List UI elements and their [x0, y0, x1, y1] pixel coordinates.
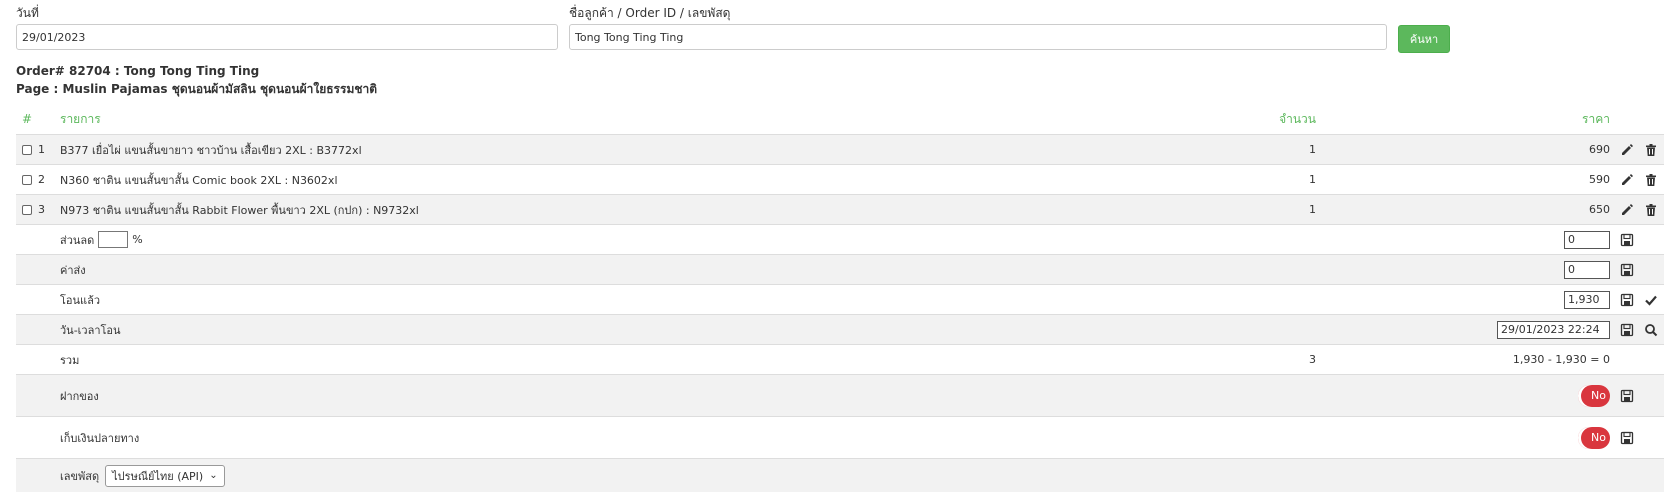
date-label: วันที่	[16, 6, 39, 20]
row-number: 3	[38, 203, 45, 216]
shipping-amount-input[interactable]	[1564, 260, 1610, 279]
pencil-icon[interactable]	[1620, 173, 1634, 187]
save-icon[interactable]	[1620, 293, 1634, 307]
item-qty: 1	[1309, 203, 1316, 216]
tracking-label: เลขพัสดุ	[60, 469, 100, 483]
discount-amount-input[interactable]	[1564, 230, 1610, 249]
total-label: รวม	[60, 353, 80, 367]
save-icon[interactable]	[1620, 389, 1634, 403]
search-bar: วันที่ ชื่อลูกค้า / Order ID / เลขพัสดุ …	[16, 4, 1456, 54]
deposit-row: ฝากของ No	[16, 374, 1664, 416]
table-row: 3 N973 ชาติน แขนสั้นขาสั้น Rabbit Flower…	[16, 194, 1664, 224]
paid-label: โอนแล้ว	[60, 293, 101, 307]
discount-percent-input[interactable]	[98, 231, 129, 248]
trash-icon[interactable]	[1644, 173, 1658, 187]
total-summary: 1,930 - 1,930 = 0	[1512, 353, 1610, 366]
toggle-label: No	[1591, 389, 1606, 402]
save-icon[interactable]	[1620, 323, 1634, 337]
item-name: B377 เยื่อไผ่ แขนสั้นขายาว ชาวบ้าน เสื้อ…	[60, 143, 362, 157]
header-item: รายการ	[60, 111, 101, 126]
order-page: Page : Muslin Pajamas ชุดนอนผ้ามัสลิน ชุ…	[16, 82, 378, 96]
header-price: ราคา	[1582, 111, 1610, 126]
header-index: #	[22, 112, 33, 126]
row-select[interactable]: 3	[22, 195, 45, 224]
row-select[interactable]: 2	[22, 165, 45, 194]
transfer-time-label: วัน-เวลาโอน	[60, 323, 121, 337]
shipping-amount-cell	[1564, 255, 1610, 284]
paid-amount-input[interactable]	[1564, 290, 1610, 309]
shipping-label: ค่าส่ง	[60, 263, 86, 277]
tracking-row: เลขพัสดุ ไปรษณีย์ไทย (API) ⌄	[16, 458, 1664, 492]
discount-amount-cell	[1564, 225, 1610, 254]
date-input[interactable]	[16, 24, 558, 50]
transfer-time-row: วัน-เวลาโอน	[16, 314, 1664, 344]
discount-row: ส่วนลด %	[16, 224, 1664, 254]
toggle-label: No	[1591, 431, 1606, 444]
item-price: 650	[1589, 203, 1610, 216]
row-select[interactable]: 1	[22, 135, 45, 164]
item-name: N973 ชาติน แขนสั้นขาสั้น Rabbit Flower พ…	[60, 203, 419, 217]
order-title: Order# 82704 : Tong Tong Ting Ting	[16, 64, 260, 78]
table-header: # รายการ จำนวน ราคา	[16, 104, 1664, 134]
item-name: N360 ชาติน แขนสั้นขาสั้น Comic book 2XL …	[60, 173, 338, 187]
pencil-icon[interactable]	[1620, 203, 1634, 217]
deposit-label: ฝากของ	[60, 389, 99, 403]
transfer-time-input[interactable]	[1497, 320, 1610, 339]
checkbox[interactable]	[22, 204, 32, 215]
save-icon[interactable]	[1620, 431, 1634, 445]
item-price: 690	[1589, 143, 1610, 156]
save-icon[interactable]	[1620, 263, 1634, 277]
total-qty: 3	[1309, 353, 1316, 366]
cod-toggle[interactable]: No	[1578, 426, 1610, 449]
customer-search-label: ชื่อลูกค้า / Order ID / เลขพัสดุ	[569, 6, 731, 20]
check-icon[interactable]	[1644, 293, 1658, 307]
order-info: Order# 82704 : Tong Tong Ting Ting Page …	[16, 62, 377, 98]
table-row: 2 N360 ชาติน แขนสั้นขาสั้น Comic book 2X…	[16, 164, 1664, 194]
search-button[interactable]: ค้นหา	[1398, 25, 1450, 53]
item-price: 590	[1589, 173, 1610, 186]
search-icon[interactable]	[1644, 323, 1658, 337]
deposit-toggle[interactable]: No	[1578, 384, 1610, 407]
chevron-down-icon: ⌄	[209, 470, 218, 481]
order-items-table: # รายการ จำนวน ราคา 1 B377 เยื่อไผ่ แขนส…	[16, 104, 1664, 492]
trash-icon[interactable]	[1644, 203, 1658, 217]
carrier-select[interactable]: ไปรษณีย์ไทย (API) ⌄	[105, 464, 225, 487]
carrier-selected: ไปรษณีย์ไทย (API)	[112, 469, 204, 483]
checkbox[interactable]	[22, 174, 32, 185]
cod-label: เก็บเงินปลายทาง	[60, 431, 140, 445]
trash-icon[interactable]	[1644, 143, 1658, 157]
item-qty: 1	[1309, 173, 1316, 186]
item-qty: 1	[1309, 143, 1316, 156]
percent-sign: %	[132, 233, 143, 246]
customer-search-input[interactable]	[569, 24, 1387, 50]
header-qty: จำนวน	[1279, 111, 1316, 126]
checkbox[interactable]	[22, 144, 32, 155]
row-number: 2	[38, 173, 45, 186]
cod-row: เก็บเงินปลายทาง No	[16, 416, 1664, 458]
tracking-cell: เลขพัสดุ ไปรษณีย์ไทย (API) ⌄	[60, 459, 225, 492]
pencil-icon[interactable]	[1620, 143, 1634, 157]
discount-label: ส่วนลด	[60, 233, 95, 247]
table-row: 1 B377 เยื่อไผ่ แขนสั้นขายาว ชาวบ้าน เสื…	[16, 134, 1664, 164]
transfer-time-cell	[1497, 315, 1610, 344]
row-number: 1	[38, 143, 45, 156]
save-icon[interactable]	[1620, 233, 1634, 247]
paid-amount-cell	[1564, 285, 1610, 314]
total-row: รวม 3 1,930 - 1,930 = 0	[16, 344, 1664, 374]
paid-row: โอนแล้ว	[16, 284, 1664, 314]
discount-cell: ส่วนลด %	[60, 225, 143, 254]
shipping-row: ค่าส่ง	[16, 254, 1664, 284]
